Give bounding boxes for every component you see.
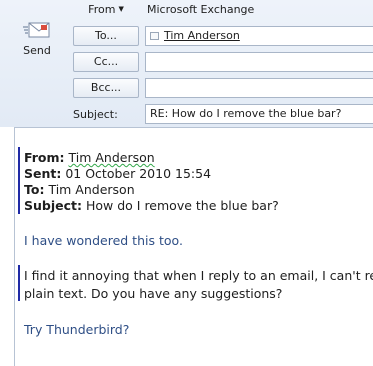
subject-label: Subject: — [73, 108, 118, 121]
quoted-sent-label: Sent: — [24, 166, 62, 181]
recipient-name: Tim Anderson — [164, 29, 240, 42]
quoted-sent-line: Sent: 01 October 2010 15:54 — [24, 166, 211, 182]
cc-button[interactable]: Cc... — [73, 52, 139, 72]
compose-window: Send From ▼ Microsoft Exchange To... Tim … — [0, 0, 373, 366]
quoted-line-1: I find it annoying that when I reply to … — [24, 268, 373, 283]
contact-card-icon — [150, 32, 159, 40]
recipient-chip[interactable]: Tim Anderson — [150, 27, 240, 45]
quoted-sent-value: 01 October 2010 15:54 — [65, 166, 212, 181]
quoted-from-line: From: Tim Anderson — [24, 150, 155, 166]
cc-field[interactable] — [145, 52, 373, 72]
send-button[interactable]: Send — [14, 6, 58, 60]
bcc-button[interactable]: Bcc... — [73, 78, 139, 98]
quoted-line-2: plain text. Do you have any suggestions? — [24, 286, 283, 301]
quoted-subject-label: Subject: — [24, 198, 82, 213]
from-button-label: From — [88, 3, 116, 16]
to-button[interactable]: To... — [73, 26, 139, 46]
quoted-to-value: Tim Anderson — [48, 182, 135, 197]
closing-line: Try Thunderbird? — [24, 322, 130, 337]
reply-line: I have wondered this too. — [24, 233, 183, 248]
send-icon — [23, 22, 50, 38]
quoted-to-line: To: Tim Anderson — [24, 182, 135, 198]
chevron-down-icon: ▼ — [118, 5, 124, 13]
quote-bar — [18, 147, 20, 214]
quoted-from-value: Tim Anderson — [68, 150, 155, 165]
to-field[interactable]: Tim Anderson — [145, 26, 373, 46]
quoted-subject-value: How do I remove the blue bar? — [85, 198, 279, 213]
message-header: Send From ▼ Microsoft Exchange To... Tim … — [0, 0, 373, 127]
subject-field[interactable]: RE: How do I remove the blue bar? — [145, 104, 373, 124]
from-account: Microsoft Exchange — [147, 3, 255, 16]
send-label: Send — [23, 44, 51, 57]
from-button[interactable]: From ▼ — [73, 0, 139, 20]
quoted-subject-line: Subject: How do I remove the blue bar? — [24, 198, 279, 214]
quoted-to-label: To: — [24, 182, 45, 197]
bcc-field[interactable] — [145, 78, 373, 98]
quote-bar-2 — [18, 265, 20, 301]
quoted-from-label: From: — [24, 150, 65, 165]
